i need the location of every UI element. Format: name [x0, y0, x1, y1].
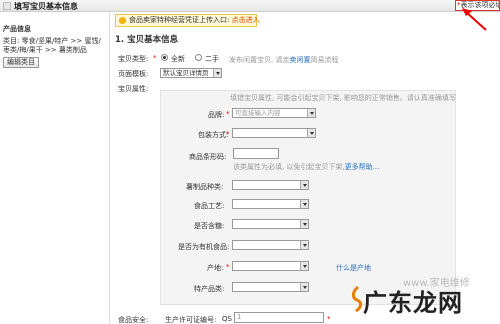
- chevron-down-icon: [300, 283, 308, 291]
- organic-select[interactable]: [232, 240, 309, 250]
- craft-select[interactable]: [232, 199, 309, 209]
- brand-select[interactable]: 可直接输入内容: [232, 108, 316, 118]
- chevron-down-icon: [300, 262, 308, 270]
- barcode-input[interactable]: [233, 148, 279, 159]
- what-is-origin-link[interactable]: 什么是产地: [336, 263, 371, 273]
- organic-label: 是否为有机食品:: [178, 243, 230, 251]
- lightbulb-icon: [119, 17, 126, 24]
- sugar-label: 是否含糖:: [194, 222, 225, 230]
- item-type-hint-suffix: 简易流程: [310, 56, 339, 64]
- brand-required: *: [226, 110, 230, 118]
- craft-label: 食品工艺:: [194, 202, 225, 210]
- potato-type-select[interactable]: [232, 180, 309, 190]
- packaging-select[interactable]: [232, 128, 316, 138]
- item-type-required: *: [153, 54, 157, 62]
- notice-link[interactable]: 点击进入: [232, 16, 260, 24]
- barcode-label: 商品条形码:: [189, 153, 227, 161]
- specialty-label: 特产品类:: [194, 285, 225, 293]
- license-input[interactable]: 1: [234, 312, 324, 323]
- sidebar: 产品信息 类目: 零食/坚果/特产 >> 蜜饯/枣类/梅/果干 >> 薯类制品 …: [0, 12, 110, 324]
- item-type-hint-prefix: 发布闲置宝贝, 请走: [229, 56, 290, 64]
- origin-required: *: [226, 263, 230, 271]
- attributes-panel: [160, 90, 456, 305]
- chevron-down-icon: [300, 220, 308, 228]
- item-type-label: 宝贝类型:: [118, 55, 149, 63]
- chevron-down-icon: [300, 181, 308, 189]
- radio-used-label: 二手: [205, 55, 219, 63]
- chevron-down-icon: [213, 69, 221, 77]
- origin-select[interactable]: [232, 261, 309, 271]
- sugar-select[interactable]: [232, 219, 309, 229]
- food-safety-label: 食品安全:: [118, 316, 149, 324]
- radio-used[interactable]: [195, 54, 202, 61]
- product-info-heading: 产品信息: [3, 25, 31, 33]
- barcode-hint-text: 该类属性为必填, 以免引起宝贝下架,: [233, 163, 345, 171]
- brand-placeholder: 可直接输入内容: [235, 109, 281, 117]
- potato-type-label: 薯制品种类:: [186, 183, 224, 191]
- item-type-hint: 发布闲置宝贝, 请走卖闲置简易流程: [229, 55, 338, 65]
- license-prefix: QS: [222, 315, 232, 323]
- chevron-down-icon: [307, 109, 315, 117]
- chevron-down-icon: [300, 200, 308, 208]
- site-watermark: www.家电维修 广东龙网: [348, 278, 498, 320]
- license-required: *: [327, 315, 331, 323]
- barcode-hint: 该类属性为必填, 以免引起宝贝下架,更多帮助...: [233, 162, 379, 172]
- radio-new-label: 全新: [171, 55, 185, 63]
- brand-label: 品牌:: [208, 111, 225, 119]
- notice-banner: 食品卖家特种经营凭证上传入口: 点击进入: [115, 14, 260, 27]
- template-value: 默认宝贝详情页: [163, 69, 209, 77]
- packaging-label: 包装方式:: [198, 131, 229, 139]
- template-select[interactable]: 默认宝贝详情页: [160, 68, 222, 78]
- license-label: 生产许可证编号:: [165, 316, 217, 324]
- watermark-brand-text: 广东龙网: [363, 289, 463, 317]
- radio-new[interactable]: [161, 54, 168, 61]
- attributes-intro: 填错宝贝属性, 可能会引起宝贝下架, 影响您的正常销售。请认真准确填写: [230, 94, 456, 102]
- category-path: 类目: 零食/坚果/特产 >> 蜜饯/枣类/梅/果干 >> 薯类制品: [3, 37, 101, 54]
- packaging-required: *: [226, 130, 230, 138]
- chevron-down-icon: [300, 241, 308, 249]
- section-title: 1. 宝贝基本信息: [115, 35, 179, 45]
- edit-category-button[interactable]: 编辑类目: [3, 57, 39, 68]
- attributes-label: 宝贝属性:: [118, 85, 149, 93]
- more-help-link[interactable]: 更多帮助...: [345, 163, 380, 171]
- specialty-select[interactable]: [232, 282, 309, 292]
- template-label: 页面模板:: [118, 70, 149, 78]
- sell-used-link[interactable]: 卖闲置: [289, 56, 310, 64]
- notice-text: 食品卖家特种经营凭证上传入口:: [129, 16, 232, 24]
- chevron-down-icon: [307, 129, 315, 137]
- origin-label: 产地:: [207, 264, 224, 272]
